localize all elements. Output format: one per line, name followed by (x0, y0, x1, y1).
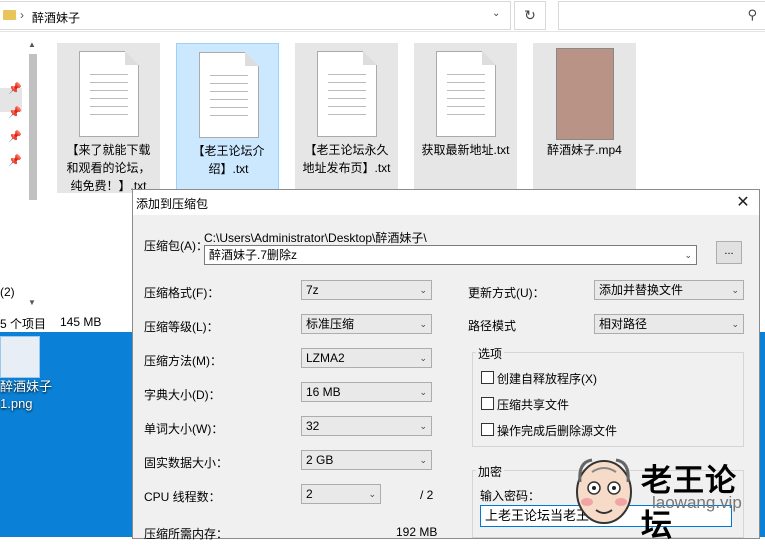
file-name: 获取最新地址.txt (421, 143, 510, 157)
file-item[interactable]: 醉酒妹子.mp4 (533, 43, 636, 193)
solid-label: 固实数据大小： (144, 456, 229, 470)
breadcrumb-folder[interactable]: 醉酒妹子 (32, 9, 80, 26)
chevron-down-icon: ⌄ (419, 353, 427, 363)
chevron-down-icon: ⌄ (419, 285, 427, 295)
scrollbar-thumb[interactable] (29, 54, 37, 200)
text-file-icon (199, 52, 259, 138)
password-label: 输入密码： (480, 489, 541, 503)
cpu-select[interactable]: 2 ⌄ (301, 484, 381, 504)
address-bar-row: › 醉酒妹子 ⌄ ↻ ⚲ (0, 0, 765, 32)
archive-name: 醉酒妹子.7删除z (209, 248, 298, 262)
cpu-label: CPU 线程数： (144, 490, 221, 504)
file-name: 【老王论坛永久 地址发布页】.txt (302, 143, 391, 175)
text-file-icon (317, 51, 377, 137)
chevron-down-icon: ⌄ (419, 421, 427, 431)
pathmode-label: 路径模式 (468, 319, 517, 333)
level-label: 压缩等级(L)： (144, 320, 219, 334)
chevron-down-icon: ⌄ (419, 319, 427, 329)
archive-dir: C:\Users\Administrator\Desktop\醉酒妹子\ (204, 231, 427, 245)
search-input[interactable]: ⚲ (558, 1, 765, 30)
nav-scrollbar[interactable]: ▲ ▼ (26, 40, 40, 310)
format-label: 压缩格式(F)： (144, 286, 220, 300)
options-title: 选项 (476, 345, 505, 362)
encryption-title: 加密 (476, 463, 505, 480)
memory-label: 压缩所需内存： (144, 527, 229, 541)
text-file-icon (79, 51, 139, 137)
text-file-icon (436, 51, 496, 137)
chevron-down-icon: ⌄ (419, 455, 427, 465)
archive-label: 压缩包(A)： (144, 239, 208, 253)
file-item[interactable]: 获取最新地址.txt (414, 43, 517, 193)
chevron-down-icon[interactable]: ⌄ (492, 8, 500, 19)
file-name: 【来了就能下载 和观看的论坛， 纯免费！】.txt (66, 143, 151, 193)
chevron-down-icon: ⌄ (368, 489, 376, 499)
word-label: 单词大小(W)： (144, 422, 224, 436)
cpu-total: / 2 (420, 488, 434, 502)
pin-icon: 📌 (8, 83, 22, 95)
pin-icon: 📌 (8, 107, 22, 119)
search-icon: ⚲ (747, 7, 757, 22)
shared-label[interactable]: 压缩共享文件 (497, 396, 569, 413)
status-item-count: 5 个项目 (0, 317, 47, 331)
chevron-down-icon: ⌄ (731, 319, 739, 329)
scroll-down-icon[interactable]: ▼ (28, 298, 36, 307)
dict-select[interactable]: 16 MB ⌄ (301, 382, 432, 402)
refresh-button[interactable]: ↻ (514, 1, 546, 30)
file-item[interactable]: 【老王论坛永久 地址发布页】.txt (295, 43, 398, 193)
level-select[interactable]: 标准压缩 ⌄ (301, 314, 432, 334)
close-icon[interactable]: ✕ (733, 192, 753, 212)
method-label: 压缩方法(M)： (144, 354, 222, 368)
mascot-logo (572, 452, 636, 526)
status-size: 145 MB (60, 315, 102, 329)
dict-label: 字典大小(D)： (144, 388, 221, 402)
delete-label[interactable]: 操作完成后删除源文件 (497, 422, 617, 439)
chevron-down-icon[interactable]: ⌄ (684, 246, 692, 264)
pathmode-select[interactable]: 相对路径 ⌄ (594, 314, 744, 334)
file-name: 【老王论坛介 绍】.txt (192, 144, 265, 176)
file-item-selected[interactable]: 【老王论坛介 绍】.txt (176, 43, 279, 193)
solid-select[interactable]: 2 GB ⌄ (301, 450, 432, 470)
sfx-checkbox[interactable] (481, 371, 494, 384)
desktop-icon-label[interactable]: 醉酒妹子 1.png (0, 378, 52, 412)
nav-item-count: (2) (0, 285, 15, 299)
update-select[interactable]: 添加并替换文件 ⌄ (594, 280, 744, 300)
video-thumbnail (556, 48, 614, 140)
format-select[interactable]: 7z ⌄ (301, 280, 432, 300)
watermark-url: laowang.vip (652, 493, 742, 512)
folder-icon (3, 10, 16, 20)
chevron-down-icon: ⌄ (419, 387, 427, 397)
update-label: 更新方式(U)： (468, 286, 545, 300)
pin-icon: 📌 (8, 131, 22, 143)
method-select[interactable]: LZMA2 ⌄ (301, 348, 432, 368)
word-select[interactable]: 32 ⌄ (301, 416, 432, 436)
pin-icon: 📌 (8, 155, 22, 167)
delete-checkbox[interactable] (481, 423, 494, 436)
breadcrumb-separator: › (20, 8, 24, 22)
shared-checkbox[interactable] (481, 397, 494, 410)
dialog-titlebar[interactable]: 添加到压缩包 ✕ (133, 190, 759, 215)
image-file-icon[interactable] (0, 336, 40, 378)
sfx-label[interactable]: 创建自释放程序(X) (497, 370, 597, 387)
browse-button[interactable]: ... (716, 241, 742, 264)
scroll-up-icon[interactable]: ▲ (28, 40, 36, 49)
status-bar: 5 个项目 145 MB (0, 313, 132, 331)
address-bar[interactable]: › 醉酒妹子 ⌄ (0, 1, 511, 30)
refresh-icon: ↻ (524, 7, 536, 23)
file-name: 醉酒妹子.mp4 (547, 143, 622, 157)
dialog-title: 添加到压缩包 (136, 197, 209, 211)
archive-name-combo[interactable]: 醉酒妹子.7删除z ⌄ (204, 245, 697, 265)
chevron-down-icon: ⌄ (731, 285, 739, 295)
file-item[interactable]: 【来了就能下载 和观看的论坛， 纯免费！】.txt (57, 43, 160, 193)
